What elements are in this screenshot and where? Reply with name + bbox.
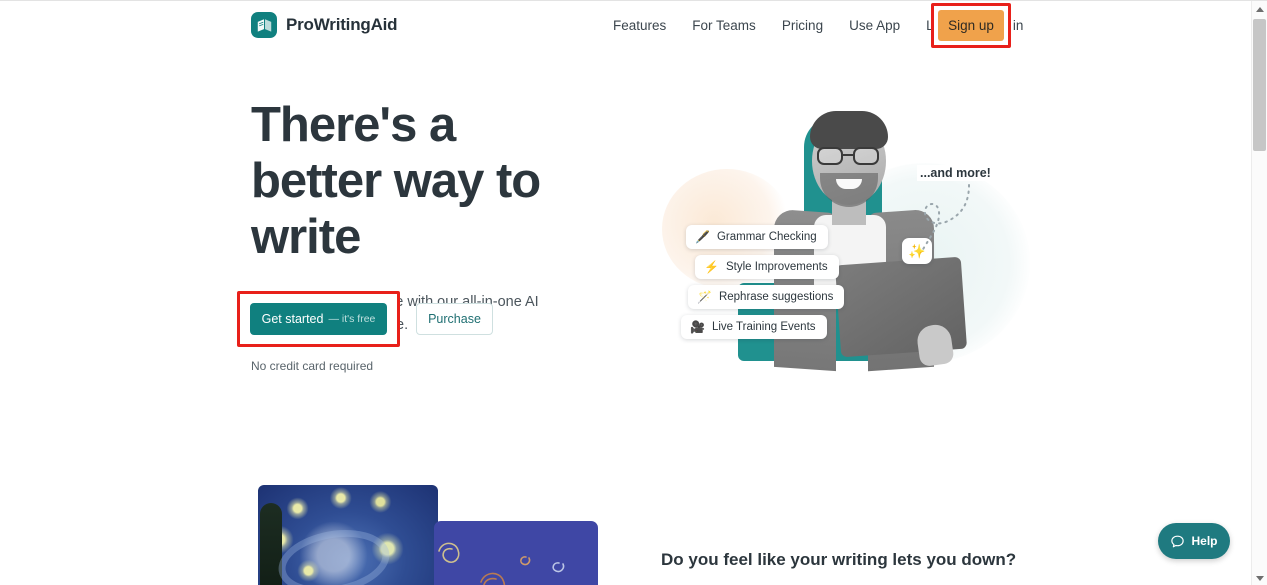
brand-name: ProWritingAid (286, 15, 398, 34)
brand-logo[interactable]: ProWritingAid (251, 12, 398, 38)
person-hair (810, 111, 888, 149)
scroll-down-button[interactable] (1252, 570, 1267, 585)
get-started-highlight-region: Get started — it's free (237, 291, 400, 347)
feature-chip-label: Style Improvements (725, 261, 828, 273)
feature-chip-live-training-events: 🎥 Live Training Events (681, 315, 827, 339)
book-pages-icon (251, 12, 277, 38)
video-camera-icon: 🎥 (690, 320, 705, 334)
page-viewport: ProWritingAid Features For Teams Pricing… (0, 1, 1251, 585)
artwork-cards (258, 485, 598, 585)
scroll-up-button[interactable] (1252, 1, 1267, 17)
nav-link-features[interactable]: Features (600, 1, 679, 51)
vertical-scrollbar[interactable] (1251, 1, 1267, 585)
lightning-icon: ⚡ (704, 260, 719, 274)
hero-illustration: 🖋️ Grammar Checking ⚡ Style Improvements… (640, 97, 1040, 387)
sky-swirl (273, 521, 395, 585)
pen-icon: 🖋️ (695, 230, 710, 244)
help-widget-button[interactable]: Help (1158, 523, 1230, 559)
glasses-icon (815, 147, 883, 165)
purchase-button[interactable]: Purchase (416, 303, 493, 335)
starry-night-image (258, 485, 438, 585)
get-started-free-suffix: — it's free (328, 313, 376, 325)
feature-chip-style-improvements: ⚡ Style Improvements (695, 255, 839, 279)
curly-arrow-icon (921, 184, 970, 252)
site-header: ProWritingAid Features For Teams Pricing… (0, 1, 1251, 51)
nav-link-for-teams[interactable]: For Teams (679, 1, 769, 51)
signup-highlight-region: Sign up (931, 3, 1011, 48)
nav-link-use-app[interactable]: Use App (836, 1, 913, 51)
signup-button[interactable]: Sign up (938, 10, 1004, 41)
feature-chip-grammar-checking: 🖋️ Grammar Checking (686, 225, 828, 249)
page-title: There's a better way to write (251, 98, 541, 264)
feature-chip-label: Live Training Events (711, 321, 816, 333)
get-started-label: Get started (261, 312, 324, 326)
nav-link-pricing[interactable]: Pricing (769, 1, 836, 51)
doodle-card (434, 521, 598, 585)
feature-chip-label: Grammar Checking (716, 231, 817, 243)
section-heading: Do you feel like your writing lets you d… (661, 550, 1017, 569)
magic-wand-icon: 🪄 (697, 290, 712, 304)
get-started-button[interactable]: Get started — it's free (250, 303, 387, 335)
chat-bubble-icon (1171, 535, 1185, 547)
help-widget-label: Help (1191, 534, 1218, 548)
chevron-up-icon (1255, 6, 1264, 12)
cta-row: Get started — it's free Purchase (237, 291, 493, 347)
and-more-annotation: ...and more! (917, 165, 994, 181)
no-credit-card-note: No credit card required (251, 359, 374, 373)
feature-chip-label: Rephrase suggestions (718, 291, 834, 303)
browser-page: ProWritingAid Features For Teams Pricing… (0, 0, 1267, 585)
scrollbar-thumb[interactable] (1253, 19, 1266, 151)
feature-chip-rephrase-suggestions: 🪄 Rephrase suggestions (688, 285, 845, 309)
chevron-down-icon (1255, 575, 1264, 581)
